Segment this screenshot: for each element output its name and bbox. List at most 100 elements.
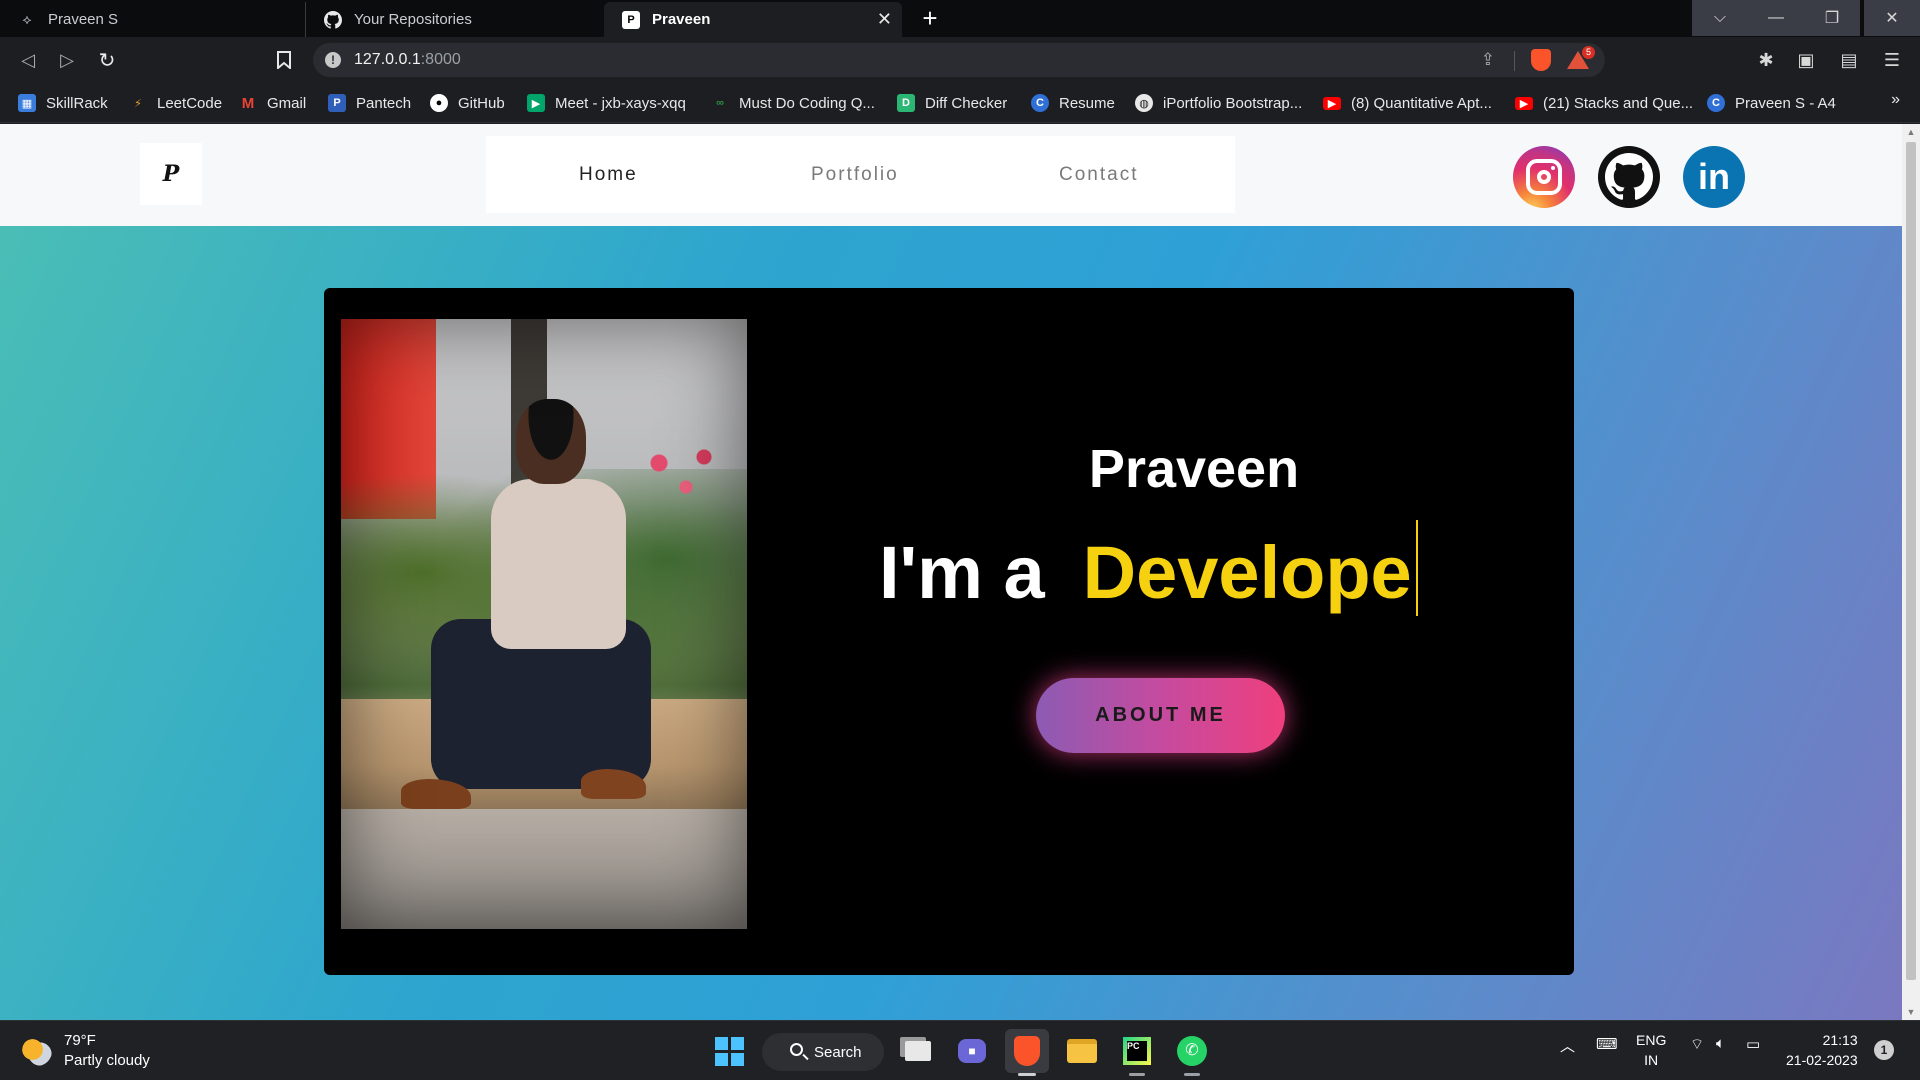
battery-icon[interactable]: ▭	[1746, 1035, 1760, 1053]
keyboard-icon[interactable]: ⌨	[1596, 1035, 1618, 1053]
bookmark-praveen-a4[interactable]: C Praveen S - A4	[1707, 91, 1836, 115]
partly-cloudy-icon	[22, 1036, 52, 1066]
github-icon: ●	[430, 94, 448, 112]
canva-icon: C	[1031, 94, 1049, 112]
profile-photo	[341, 319, 747, 929]
close-tab-icon[interactable]: ✕	[877, 9, 892, 30]
pantech-icon: P	[328, 94, 346, 112]
windows-taskbar: 79°F Partly cloudy Search ■ PC ✆ ︿ ⌨ ENG…	[0, 1020, 1920, 1080]
scroll-down-icon[interactable]: ▼	[1902, 1004, 1920, 1020]
search-icon	[790, 1043, 803, 1056]
nav-home[interactable]: Home	[579, 164, 638, 186]
address-bar[interactable]: ! 127.0.0.1:8000 ⇪ 5	[313, 43, 1605, 77]
pycharm-icon[interactable]: PC	[1115, 1029, 1159, 1076]
extensions-icon[interactable]: ✱	[1752, 46, 1780, 74]
youtube-icon: ▶	[1515, 96, 1533, 110]
bookmark-icon[interactable]	[270, 46, 298, 74]
tab-praveen-active[interactable]: P Praveen ✕	[604, 2, 902, 37]
youtube-icon: ▶	[1323, 96, 1341, 110]
bookmark-gmail[interactable]: M Gmail	[239, 91, 306, 115]
google-meet-icon: ▶	[527, 94, 545, 112]
weather-widget[interactable]: 79°F Partly cloudy	[22, 1031, 150, 1071]
nav-portfolio[interactable]: Portfolio	[811, 164, 899, 186]
site-nav: Home Portfolio Contact	[486, 136, 1235, 213]
bookmark-resume[interactable]: C Resume	[1031, 91, 1115, 115]
site-info-icon[interactable]: !	[325, 52, 341, 68]
bookmarks-bar: ▦ SkillRack ⚡ LeetCode M Gmail P Pantech ● Gi…	[0, 83, 1920, 123]
tab-title: Praveen	[652, 11, 711, 28]
volume-icon[interactable]: 🔈︎	[1716, 1035, 1725, 1052]
gmail-icon: M	[241, 94, 255, 112]
typed-role: Develope	[1082, 531, 1412, 614]
brave-shields-icon[interactable]	[1531, 49, 1551, 71]
url-text: 127.0.0.1:8000	[354, 51, 461, 68]
github-icon[interactable]	[1598, 146, 1660, 208]
weather-temp: 79°F	[64, 1032, 96, 1049]
nav-contact[interactable]: Contact	[1059, 164, 1138, 186]
start-button[interactable]	[707, 1029, 751, 1073]
teams-chat-icon[interactable]: ■	[950, 1029, 994, 1073]
task-view-icon[interactable]	[896, 1029, 940, 1073]
weather-desc: Partly cloudy	[64, 1052, 150, 1069]
scroll-thumb[interactable]	[1906, 142, 1916, 980]
wallet-icon[interactable]: ▤	[1835, 46, 1863, 74]
hero-name: Praveen	[1088, 439, 1300, 499]
taskbar-search[interactable]: Search	[762, 1033, 884, 1071]
file-explorer-icon[interactable]	[1060, 1029, 1104, 1073]
bookmark-skillrack[interactable]: ▦ SkillRack	[18, 91, 108, 115]
wifi-icon[interactable]: ⌔	[1690, 1035, 1704, 1054]
bookmark-iportfolio[interactable]: ◍ iPortfolio Bootstrap...	[1135, 91, 1302, 115]
menu-icon[interactable]: ☰	[1878, 46, 1906, 74]
browser-tabstrip: ⟡ Praveen S Your Repositories P Praveen …	[0, 0, 1920, 37]
geeksforgeeks-icon: ∞	[716, 97, 724, 109]
scroll-up-icon[interactable]: ▲	[1902, 124, 1920, 140]
close-window-button[interactable]: ✕	[1864, 0, 1920, 36]
whatsapp-icon[interactable]: ✆	[1170, 1029, 1214, 1076]
tab-praveen-s[interactable]: ⟡ Praveen S	[0, 2, 300, 37]
instagram-icon[interactable]	[1513, 146, 1575, 208]
hero-tagline: I'm a Develope	[879, 520, 1418, 616]
globe-icon: ◍	[1135, 94, 1153, 112]
reload-icon[interactable]: ↻	[93, 46, 121, 74]
vscode-live-icon: ⟡	[22, 11, 32, 27]
skillrack-icon: ▦	[18, 94, 36, 112]
hero-card: Praveen I'm a Develope ABOUT ME	[324, 288, 1574, 975]
github-icon	[324, 10, 342, 29]
site-favicon-icon: P	[622, 10, 640, 29]
leetcode-icon: ⚡	[134, 97, 142, 110]
brave-taskbar-icon[interactable]	[1005, 1029, 1049, 1076]
site-logo[interactable]: P	[140, 143, 202, 205]
tab-search-chevron-icon[interactable]: ⌵	[1692, 0, 1748, 36]
minimize-button[interactable]: —	[1748, 0, 1804, 36]
rewards-badge: 5	[1582, 46, 1595, 59]
forward-icon[interactable]: ▷	[53, 46, 81, 74]
new-tab-button[interactable]: +	[918, 2, 942, 35]
language-indicator[interactable]: ENG IN	[1636, 1030, 1666, 1070]
about-me-button[interactable]: ABOUT ME	[1036, 678, 1285, 753]
page-scrollbar[interactable]: ▲ ▼	[1902, 124, 1920, 1020]
bookmark-github[interactable]: ● GitHub	[430, 91, 505, 115]
clock-time: 21:13	[1822, 1032, 1858, 1048]
bookmark-meet[interactable]: ▶ Meet - jxb-xays-xqq	[527, 91, 686, 115]
tab-title: Your Repositories	[354, 11, 472, 28]
share-icon[interactable]: ⇪	[1481, 50, 1495, 70]
bookmark-diffchecker[interactable]: D Diff Checker	[897, 91, 1007, 115]
bookmark-youtube-apt[interactable]: ▶ (8) Quantitative Apt...	[1323, 91, 1492, 115]
taskbar-clock[interactable]: 21:13 21-02-2023	[1786, 1030, 1858, 1070]
linkedin-icon[interactable]: in	[1683, 146, 1745, 208]
diffchecker-icon: D	[897, 94, 915, 112]
tab-your-repositories[interactable]: Your Repositories	[305, 2, 605, 37]
instagram-frame	[1526, 159, 1562, 195]
sidebar-icon[interactable]: ▣	[1792, 46, 1820, 74]
canva-icon: C	[1707, 94, 1725, 112]
bookmark-gfg[interactable]: ∞ Must Do Coding Q...	[711, 91, 875, 115]
bookmarks-overflow-button[interactable]: »	[1891, 91, 1900, 109]
bookmark-youtube-stacks[interactable]: ▶ (21) Stacks and Que...	[1515, 91, 1693, 115]
notification-badge[interactable]: 1	[1874, 1040, 1894, 1060]
restore-button[interactable]: ❐	[1804, 0, 1860, 36]
clock-date: 21-02-2023	[1786, 1052, 1858, 1068]
bookmark-pantech[interactable]: P Pantech	[328, 91, 411, 115]
show-hidden-icons-chevron-icon[interactable]: ︿	[1560, 1035, 1575, 1056]
back-icon[interactable]: ◁	[14, 46, 42, 74]
bookmark-leetcode[interactable]: ⚡ LeetCode	[129, 91, 222, 115]
